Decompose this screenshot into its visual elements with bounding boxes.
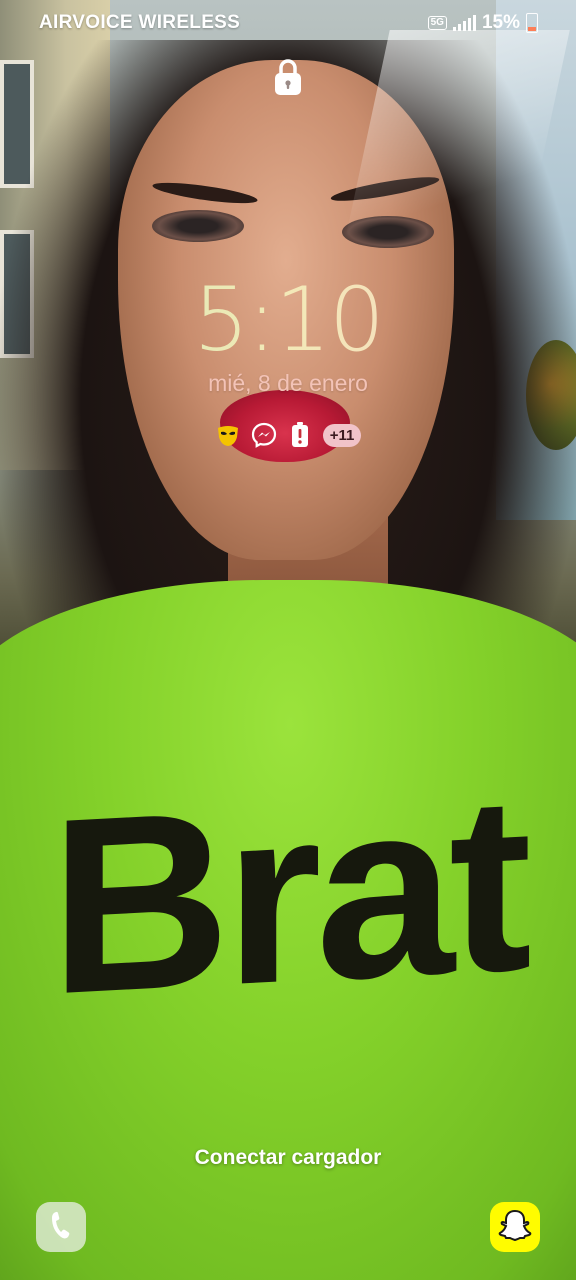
- charger-message: Conectar cargador: [194, 1146, 382, 1169]
- battery-percent: 15%: [481, 12, 520, 33]
- wallpaper: Brat: [0, 0, 576, 1280]
- carrier-name: AIRVOICE WIRELESS: [39, 12, 241, 33]
- phone-icon: [49, 1210, 73, 1245]
- status-indicators: 5G 15%: [427, 12, 538, 34]
- clock-date: mié, 8 de enero: [208, 370, 368, 396]
- battery-icon: [526, 13, 538, 33]
- shirt-print-text: Brat: [49, 742, 527, 1047]
- phone-shortcut-button[interactable]: [36, 1202, 86, 1252]
- status-bar: AIRVOICE WIRELESS 5G 15%: [0, 0, 576, 46]
- clock-time[interactable]: 5:10: [0, 268, 576, 371]
- more-notifications-badge[interactable]: +11: [322, 423, 362, 447]
- messenger-icon[interactable]: [251, 422, 277, 448]
- battery-warning-icon[interactable]: [287, 422, 313, 448]
- network-type-icon: 5G: [427, 16, 447, 30]
- grindr-icon[interactable]: [215, 422, 241, 448]
- signal-strength-icon: [452, 15, 476, 31]
- notification-icons-row[interactable]: +11: [0, 422, 576, 448]
- lock-icon[interactable]: [274, 58, 302, 96]
- snapchat-shortcut-button[interactable]: [490, 1202, 540, 1252]
- snapchat-icon: [497, 1208, 533, 1247]
- left-eye: [152, 210, 244, 242]
